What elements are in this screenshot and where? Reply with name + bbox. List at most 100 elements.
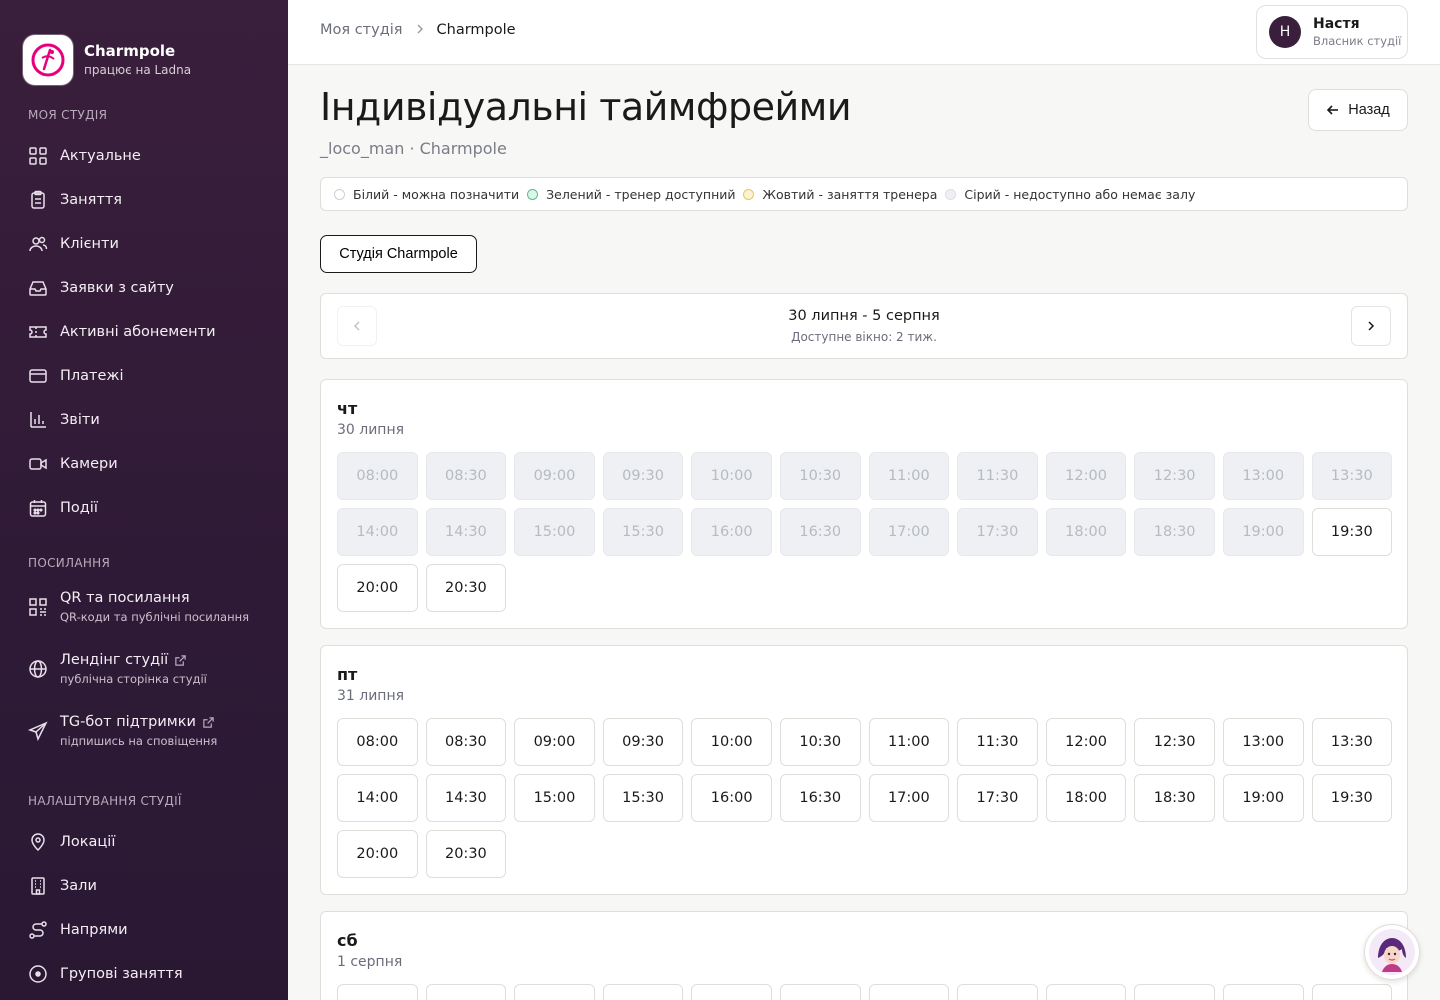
time-slot[interactable]: 20:00 bbox=[337, 830, 418, 878]
sidebar-item-halls[interactable]: Зали bbox=[0, 864, 288, 908]
sidebar-item-label: Клієнти bbox=[60, 236, 119, 252]
day-name: пт bbox=[337, 665, 358, 684]
time-slot[interactable] bbox=[514, 984, 595, 1000]
sidebar-item-label: Камери bbox=[60, 456, 118, 472]
day-name: чт bbox=[337, 399, 358, 418]
time-slot: 13:00 bbox=[1222, 452, 1304, 500]
sidebar-item-group-classes[interactable]: Групові заняття bbox=[0, 952, 288, 996]
time-slot: 18:00 bbox=[1045, 508, 1127, 556]
brand[interactable]: Charmpole працює на Ladna bbox=[0, 0, 288, 96]
sidebar-item-events[interactable]: Події bbox=[0, 486, 288, 530]
time-slot[interactable]: 13:30 bbox=[1311, 718, 1393, 766]
time-slot[interactable]: 09:00 bbox=[514, 718, 595, 766]
time-slot[interactable]: 20:30 bbox=[425, 564, 507, 612]
time-slot[interactable] bbox=[602, 984, 684, 1000]
time-slot: 15:00 bbox=[514, 508, 595, 556]
time-slot: 16:00 bbox=[691, 508, 772, 556]
time-slot[interactable]: 13:00 bbox=[1222, 718, 1304, 766]
back-button[interactable]: Назад bbox=[1308, 89, 1408, 131]
day-date: 30 липня bbox=[337, 422, 405, 438]
sidebar-item-label: Активні абонементи bbox=[60, 324, 216, 340]
legend-dot-gray bbox=[945, 188, 957, 200]
time-slot[interactable]: 20:00 bbox=[337, 564, 418, 612]
user-menu[interactable]: Н Настя Власник студії bbox=[1256, 5, 1408, 59]
sidebar-item-landing[interactable]: Лендінг студії публічна сторінка студії bbox=[0, 652, 288, 714]
time-slot[interactable]: 16:30 bbox=[779, 774, 861, 822]
time-slot: 08:30 bbox=[425, 452, 507, 500]
time-slot: 10:00 bbox=[691, 452, 772, 500]
time-slot[interactable]: 15:30 bbox=[602, 774, 684, 822]
sidebar-item-clients[interactable]: Клієнти bbox=[0, 222, 288, 266]
sidebar-item-classes[interactable]: Заняття bbox=[0, 178, 288, 222]
time-slot[interactable]: 08:00 bbox=[337, 718, 418, 766]
sidebar-item-site-requests[interactable]: Заявки з сайту bbox=[0, 266, 288, 310]
time-slot[interactable] bbox=[868, 984, 950, 1000]
breadcrumb-item-current: Charmpole bbox=[436, 22, 516, 38]
time-slot[interactable]: 17:30 bbox=[957, 774, 1038, 822]
building-icon bbox=[31, 877, 45, 895]
time-slot[interactable] bbox=[1134, 984, 1215, 1000]
time-slot[interactable]: 12:00 bbox=[1045, 718, 1127, 766]
time-slots bbox=[337, 984, 1393, 1000]
week-navigator: 30 липня - 5 серпня Доступне вікно: 2 ти… bbox=[320, 293, 1408, 359]
time-slot[interactable] bbox=[957, 984, 1038, 1000]
time-slot[interactable]: 18:30 bbox=[1134, 774, 1215, 822]
time-slot[interactable]: 20:30 bbox=[425, 830, 507, 878]
time-slot[interactable]: 10:30 bbox=[779, 718, 861, 766]
sidebar-item-actual[interactable]: Актуальне bbox=[0, 134, 288, 178]
breadcrumb-item-studio[interactable]: Моя студія bbox=[320, 22, 403, 38]
studio-tab[interactable]: Студія Charmpole bbox=[320, 235, 477, 273]
sidebar-item-subscriptions[interactable]: Активні абонементи bbox=[0, 310, 288, 354]
time-slot[interactable]: 10:00 bbox=[691, 718, 772, 766]
sidebar-item-reports[interactable]: Звіти bbox=[0, 398, 288, 442]
time-slot: 09:30 bbox=[602, 452, 684, 500]
inbox-icon bbox=[29, 281, 47, 296]
sidebar-item-label: Напрями bbox=[60, 922, 128, 938]
sidebar-item-directions[interactable]: Напрями bbox=[0, 908, 288, 952]
time-slot[interactable] bbox=[1311, 984, 1393, 1000]
sidebar-item-locations[interactable]: Локації bbox=[0, 820, 288, 864]
time-slot[interactable]: 12:30 bbox=[1134, 718, 1215, 766]
sidebar-item-payments[interactable]: Платежі bbox=[0, 354, 288, 398]
time-slot[interactable]: 15:00 bbox=[514, 774, 595, 822]
time-slot[interactable]: 14:30 bbox=[425, 774, 507, 822]
qr-icon bbox=[29, 598, 47, 616]
time-slot[interactable]: 17:00 bbox=[868, 774, 950, 822]
credit-card-icon bbox=[29, 369, 47, 383]
day-card-fri: пт 31 липня 08:00 08:30 09:00 09:30 10:00 10:… bbox=[320, 645, 1408, 895]
time-slot[interactable]: 19:00 bbox=[1222, 774, 1304, 822]
time-slot[interactable]: 14:00 bbox=[337, 774, 418, 822]
sidebar-item-qr[interactable]: QR та посилання QR-коди та публічні поси… bbox=[0, 590, 288, 652]
time-slot[interactable]: 18:00 bbox=[1045, 774, 1127, 822]
time-slot[interactable]: 08:30 bbox=[425, 718, 507, 766]
support-chat-button[interactable] bbox=[1364, 924, 1420, 980]
legend-dot-white bbox=[334, 188, 345, 200]
time-slot[interactable]: 19:30 bbox=[1311, 508, 1393, 556]
sidebar-item-tg-bot[interactable]: TG-бот підтримки підпишись на сповіщення bbox=[0, 714, 288, 776]
sidebar-item-label: Платежі bbox=[60, 368, 124, 384]
brand-name: Charmpole bbox=[84, 42, 176, 60]
sidebar-item-sub: QR-коди та публічні посилання bbox=[60, 610, 250, 624]
time-slot[interactable]: 11:00 bbox=[868, 718, 950, 766]
time-slot[interactable]: 09:30 bbox=[602, 718, 684, 766]
legend-dot-green bbox=[527, 188, 539, 200]
sidebar-item-label: Локації bbox=[60, 834, 116, 850]
time-slot[interactable] bbox=[425, 984, 507, 1000]
time-slot[interactable]: 16:00 bbox=[691, 774, 772, 822]
time-slot[interactable] bbox=[779, 984, 861, 1000]
next-week-button[interactable] bbox=[1351, 306, 1391, 346]
time-slot[interactable]: 11:30 bbox=[957, 718, 1038, 766]
sidebar-item-label: Групові заняття bbox=[60, 966, 183, 982]
assistant-avatar-icon bbox=[1369, 929, 1415, 975]
time-slot[interactable] bbox=[1045, 984, 1127, 1000]
users-icon bbox=[29, 236, 48, 252]
time-slot: 10:30 bbox=[779, 452, 861, 500]
time-slot[interactable] bbox=[691, 984, 772, 1000]
page-title: Індивідуальні таймфрейми bbox=[320, 85, 852, 129]
map-pin-icon bbox=[31, 833, 45, 852]
time-slot: 11:00 bbox=[868, 452, 950, 500]
time-slot[interactable]: 19:30 bbox=[1311, 774, 1393, 822]
time-slot[interactable] bbox=[1222, 984, 1304, 1000]
time-slot[interactable] bbox=[337, 984, 418, 1000]
sidebar-item-cameras[interactable]: Камери bbox=[0, 442, 288, 486]
